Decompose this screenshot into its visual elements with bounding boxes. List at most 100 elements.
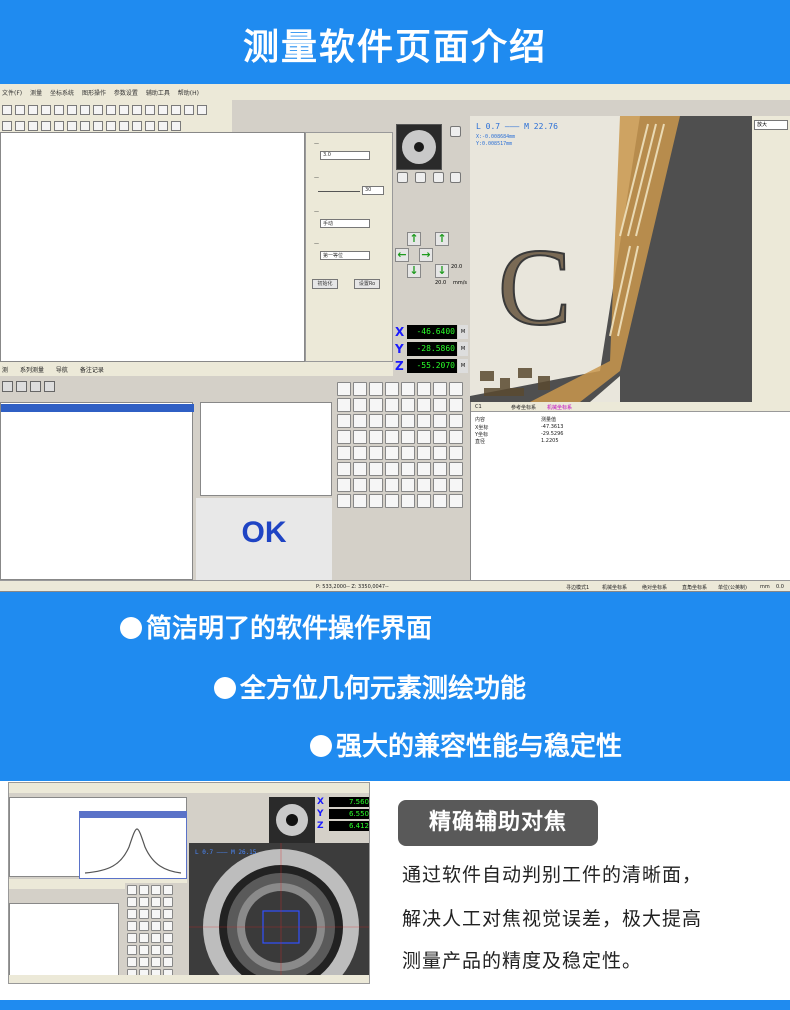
measure-tool-button[interactable] <box>369 478 383 492</box>
measure-tool-button[interactable] <box>151 945 161 955</box>
measure-tool-button[interactable] <box>433 494 447 508</box>
measure-tool-button[interactable] <box>449 430 463 444</box>
toolbar-button[interactable] <box>28 121 38 131</box>
toolbar-button[interactable] <box>119 121 129 131</box>
measurement-list[interactable] <box>0 402 194 580</box>
measure-tool-button[interactable] <box>369 382 383 396</box>
toolbar-button[interactable] <box>197 105 207 115</box>
measure-tool-button[interactable] <box>401 430 415 444</box>
measure-tool-button[interactable] <box>353 414 367 428</box>
measure-tool-button[interactable] <box>417 398 431 412</box>
measure-tool-button[interactable] <box>337 382 351 396</box>
move-right-button[interactable]: → <box>419 248 433 262</box>
measure-tool-button[interactable] <box>127 909 137 919</box>
measure-tool-button[interactable] <box>449 382 463 396</box>
toolbar-button[interactable] <box>80 105 90 115</box>
light-button[interactable] <box>415 172 426 183</box>
measure-tool-button[interactable] <box>449 398 463 412</box>
measure-tool-button[interactable] <box>385 398 399 412</box>
measure-tool-button[interactable] <box>385 494 399 508</box>
measure-tool-button[interactable] <box>385 430 399 444</box>
measure-tool-button[interactable] <box>151 957 161 967</box>
measure-tool-button[interactable] <box>353 462 367 476</box>
measure-tool-button[interactable] <box>151 909 161 919</box>
measure-tool-button[interactable] <box>337 446 351 460</box>
toolbar-button[interactable] <box>15 105 25 115</box>
measure-tool-button[interactable] <box>401 414 415 428</box>
measure-tool-button[interactable] <box>353 446 367 460</box>
measure-tool-button[interactable] <box>139 957 149 967</box>
measure-tool-button[interactable] <box>163 897 173 907</box>
measure-tool-button[interactable] <box>369 462 383 476</box>
step-icon[interactable] <box>16 381 27 392</box>
toolbar-button[interactable] <box>2 121 12 131</box>
measure-tool-button[interactable] <box>369 430 383 444</box>
toolbar-button[interactable] <box>80 121 90 131</box>
menu-item[interactable]: 参数设置 <box>114 90 138 97</box>
measure-tool-button[interactable] <box>385 382 399 396</box>
toolbar-button[interactable] <box>158 105 168 115</box>
light-button[interactable] <box>433 172 444 183</box>
measure-tool-button[interactable] <box>433 382 447 396</box>
measure-tool-button[interactable] <box>449 446 463 460</box>
z-up-button[interactable]: ↑ <box>435 232 449 246</box>
slider-value[interactable]: 30 <box>362 186 384 195</box>
toolbar-button[interactable] <box>67 105 77 115</box>
move-down-button[interactable]: ↓ <box>407 264 421 278</box>
measure-tool-button[interactable] <box>401 494 415 508</box>
measure-tool-button[interactable] <box>337 398 351 412</box>
measure-tool-button[interactable] <box>139 897 149 907</box>
toolbar-button[interactable] <box>171 121 181 131</box>
toolbar-button[interactable] <box>93 121 103 131</box>
measure-tool-button[interactable] <box>401 382 415 396</box>
measure-tool-button[interactable] <box>163 933 173 943</box>
stop-icon[interactable] <box>44 381 55 392</box>
measure-tool-button[interactable] <box>385 462 399 476</box>
param-select-1[interactable]: 3.0 <box>320 151 370 160</box>
toolbar-button[interactable] <box>67 121 77 131</box>
measure-tool-button[interactable] <box>151 897 161 907</box>
measure-tool-button[interactable] <box>127 885 137 895</box>
light-button[interactable] <box>450 172 461 183</box>
set-button[interactable]: 设置Ro <box>354 279 380 289</box>
measure-tool-button[interactable] <box>433 398 447 412</box>
toolbar-button[interactable] <box>106 105 116 115</box>
measure-tool-button[interactable] <box>369 446 383 460</box>
measure-tool-button[interactable] <box>151 933 161 943</box>
measure-tool-button[interactable] <box>163 921 173 931</box>
menu-item[interactable]: 辅助工具 <box>146 90 170 97</box>
toolbar-button[interactable] <box>119 105 129 115</box>
measure-tool-button[interactable] <box>163 885 173 895</box>
measure-tool-button[interactable] <box>139 945 149 955</box>
measure-tool-button[interactable] <box>385 414 399 428</box>
measure-tool-button[interactable] <box>401 478 415 492</box>
measure-tool-button[interactable] <box>337 478 351 492</box>
measure-tool-button[interactable] <box>385 478 399 492</box>
measure-tool-button[interactable] <box>127 945 137 955</box>
init-button[interactable]: 初始化 <box>312 279 338 289</box>
measure-tool-button[interactable] <box>369 414 383 428</box>
menu-item[interactable]: 帮助(H) <box>178 90 199 97</box>
measure-tool-button[interactable] <box>433 462 447 476</box>
toolbar-button[interactable] <box>28 105 38 115</box>
toolbar-button[interactable] <box>145 105 155 115</box>
graphics-pane[interactable] <box>0 132 305 362</box>
measure-tool-button[interactable] <box>449 462 463 476</box>
measure-tool-button[interactable] <box>417 478 431 492</box>
measure-tool-button[interactable] <box>337 414 351 428</box>
measure-tool-button[interactable] <box>449 478 463 492</box>
toolbar-button[interactable] <box>184 105 194 115</box>
move-up-button[interactable]: ↑ <box>407 232 421 246</box>
tab-notes[interactable]: 备注记录 <box>80 367 104 374</box>
toolbar-button[interactable] <box>132 121 142 131</box>
toolbar-button[interactable] <box>145 121 155 131</box>
toolbar-button[interactable] <box>54 105 64 115</box>
menu-item[interactable]: 图形操作 <box>82 90 106 97</box>
measure-tool-button[interactable] <box>417 446 431 460</box>
measure-tool-button[interactable] <box>417 382 431 396</box>
measure-tool-button[interactable] <box>127 957 137 967</box>
toolbar-button[interactable] <box>158 121 168 131</box>
toolbar-button[interactable] <box>2 105 12 115</box>
measure-tool-button[interactable] <box>163 957 173 967</box>
move-left-button[interactable]: ← <box>395 248 409 262</box>
